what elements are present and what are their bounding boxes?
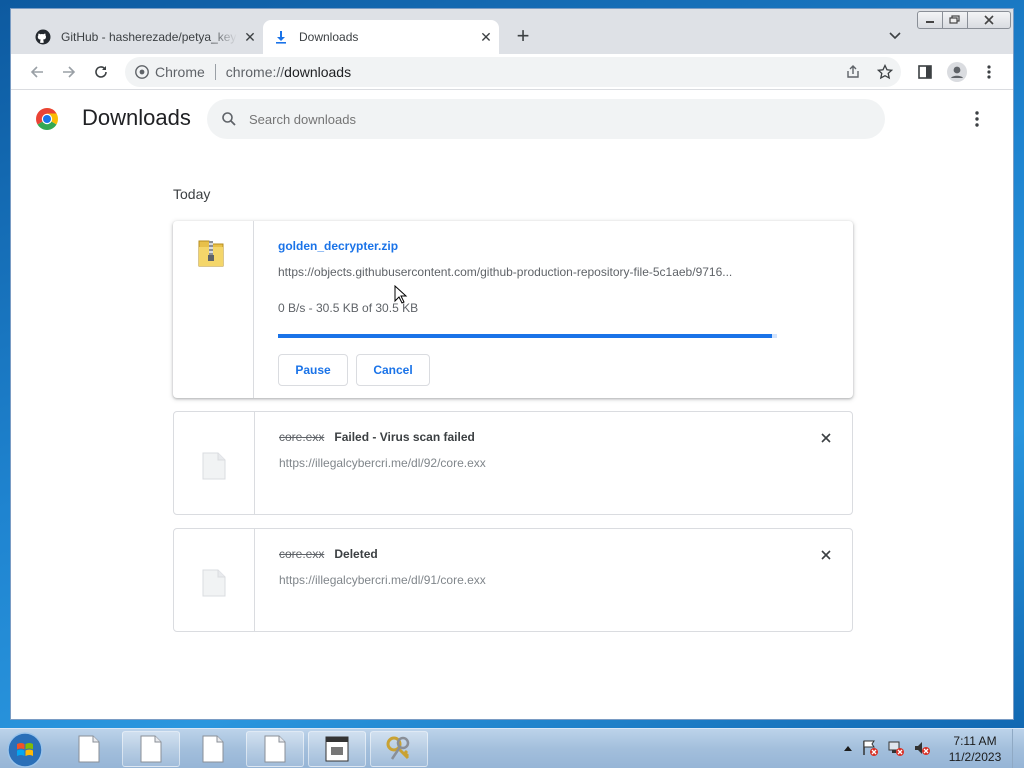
file-name-row: core.exx Failed - Virus scan failed — [279, 430, 475, 444]
url-host: downloads — [284, 64, 352, 80]
omnibox-divider — [214, 64, 216, 80]
application-window-icon — [325, 736, 349, 762]
profile-avatar-icon[interactable] — [945, 60, 969, 84]
taskbar-app-button[interactable] — [308, 731, 366, 767]
side-panel-icon[interactable] — [913, 60, 937, 84]
tab-title: Downloads — [299, 30, 359, 44]
remove-from-list-button[interactable] — [818, 547, 834, 563]
download-status: Deleted — [334, 547, 378, 561]
address-bar[interactable]: Chrome chrome://downloads — [125, 57, 901, 87]
file-name-row: core.exx Deleted — [279, 547, 378, 561]
generic-file-icon — [202, 569, 226, 597]
file-name-link[interactable]: golden_decrypter.zip — [278, 239, 398, 253]
share-icon[interactable] — [841, 60, 865, 84]
taskbar: 7:11 AM 11/2/2023 — [0, 728, 1024, 768]
document-icon — [202, 735, 224, 763]
page-title: Downloads — [82, 105, 191, 130]
progress-bar-fill — [278, 334, 772, 338]
download-item: golden_decrypter.zip https://objects.git… — [173, 221, 853, 398]
system-tray — [843, 739, 939, 757]
download-status: Failed - Virus scan failed — [334, 430, 475, 444]
chrome-logo-icon — [36, 108, 58, 130]
bookmark-star-icon[interactable] — [873, 60, 897, 84]
chrome-page-indicator[interactable]: Chrome — [135, 64, 205, 80]
back-icon[interactable] — [25, 60, 49, 84]
generic-file-icon — [202, 452, 226, 480]
browser-toolbar: Chrome chrome://downloads — [11, 54, 1013, 90]
start-button[interactable] — [6, 731, 44, 768]
file-name: core.exx — [279, 430, 325, 444]
cancel-button[interactable]: Cancel — [356, 354, 430, 386]
taskbar-keys-button[interactable] — [370, 731, 428, 767]
taskbar-document-button[interactable] — [184, 731, 242, 767]
download-icon — [273, 29, 289, 45]
url-scheme: chrome:// — [225, 64, 285, 80]
browser-window: GitHub - hasherezade/petya_key ✕ Downloa… — [10, 8, 1014, 720]
search-input[interactable] — [249, 111, 849, 127]
mouse-cursor-icon — [394, 285, 408, 304]
clock-time: 7:11 AM — [953, 734, 997, 748]
progress-bar — [278, 334, 777, 338]
taskbar-clock[interactable]: 7:11 AM 11/2/2023 — [940, 733, 1010, 765]
close-icon[interactable]: ✕ — [237, 29, 263, 46]
downloads-page: Downloads Today — [11, 91, 1013, 719]
download-item: core.exx Deleted https://illegalcybercri.… — [173, 528, 853, 632]
tab-github[interactable]: GitHub - hasherezade/petya_key ✕ — [25, 20, 263, 54]
minimize-button[interactable] — [917, 11, 943, 29]
tab-title: GitHub - hasherezade/petya_key — [61, 30, 237, 44]
search-downloads-box[interactable] — [207, 99, 885, 139]
show-hidden-icons-icon[interactable] — [843, 744, 853, 752]
date-group-header: Today — [173, 186, 211, 202]
volume-muted-icon[interactable] — [913, 739, 931, 757]
network-icon[interactable] — [887, 739, 905, 757]
file-source-url[interactable]: https://illegalcybercri.me/dl/92/core.ex… — [279, 456, 779, 470]
window-close-button[interactable] — [967, 11, 1011, 29]
search-icon — [222, 112, 236, 126]
chrome-icon — [135, 65, 149, 79]
zip-folder-icon — [198, 240, 224, 267]
download-item: core.exx Failed - Virus scan failed https… — [173, 411, 853, 515]
file-name: core.exx — [279, 547, 325, 561]
close-icon — [821, 433, 831, 443]
taskbar-document-button[interactable] — [246, 731, 304, 767]
page-header: Downloads — [11, 91, 1013, 147]
remove-from-list-button[interactable] — [818, 430, 834, 446]
pause-button[interactable]: Pause — [278, 354, 348, 386]
document-icon — [264, 735, 286, 763]
taskbar-document-button[interactable] — [60, 731, 118, 767]
tab-search-icon[interactable] — [885, 27, 905, 47]
reload-icon[interactable] — [89, 60, 113, 84]
new-tab-button[interactable]: + — [511, 25, 535, 49]
document-icon — [78, 735, 100, 763]
document-icon — [140, 735, 162, 763]
maximize-button[interactable] — [942, 11, 968, 29]
file-icon-column — [174, 529, 255, 631]
file-icon-column — [174, 412, 255, 514]
file-icon-column — [173, 221, 254, 398]
show-desktop-button[interactable] — [1012, 729, 1024, 768]
keys-icon — [386, 736, 410, 760]
more-actions-icon[interactable] — [967, 109, 987, 129]
file-source-url[interactable]: https://objects.githubusercontent.com/gi… — [278, 265, 778, 279]
close-icon — [821, 550, 831, 560]
taskbar-document-button[interactable] — [122, 731, 180, 767]
secure-label: Chrome — [155, 64, 205, 80]
clock-date: 11/2/2023 — [948, 750, 1002, 764]
forward-icon[interactable] — [57, 60, 81, 84]
action-center-flag-icon[interactable] — [861, 739, 879, 757]
tab-downloads[interactable]: Downloads ✕ — [263, 20, 499, 54]
close-icon[interactable]: ✕ — [473, 29, 499, 46]
tab-strip: GitHub - hasherezade/petya_key ✕ Downloa… — [11, 9, 1013, 54]
file-source-url[interactable]: https://illegalcybercri.me/dl/91/core.ex… — [279, 573, 779, 587]
browser-menu-icon[interactable] — [977, 60, 1001, 84]
github-icon — [35, 29, 51, 45]
url-text: chrome://downloads — [226, 64, 351, 80]
